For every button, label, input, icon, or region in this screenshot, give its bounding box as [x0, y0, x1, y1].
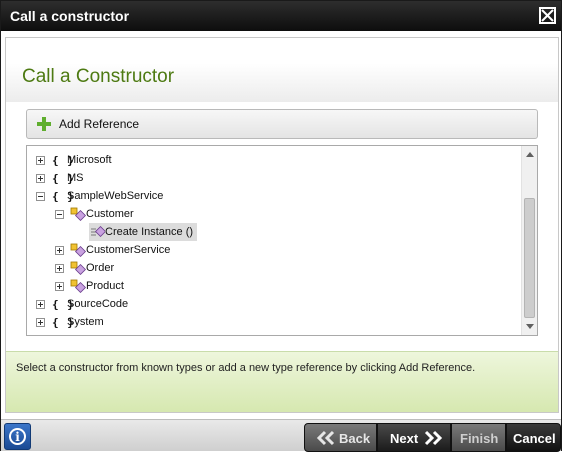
expand-icon[interactable] [55, 282, 64, 291]
footer-bar: i Back Next Finish Cancel [1, 419, 561, 452]
class-icon [70, 207, 86, 222]
finish-label: Finish [460, 431, 499, 446]
class-icon [70, 261, 86, 276]
tree-node-label: CustomerService [86, 244, 171, 256]
next-label: Next [390, 431, 419, 446]
tree-node-customer[interactable]: Customer [27, 206, 517, 224]
tree-node-label: Microsoft [67, 154, 112, 166]
close-icon [541, 9, 554, 22]
tree-node-label: Order [86, 262, 115, 274]
tree-node-label: SourceCode [67, 298, 129, 310]
content-frame: Call a Constructor Add Reference { } Mic… [5, 37, 559, 413]
double-chevron-left-icon [316, 430, 335, 446]
next-button[interactable]: Next [377, 423, 451, 452]
tree-node-label: SampleWebService [67, 190, 164, 202]
back-button[interactable]: Back [304, 423, 377, 452]
scroll-thumb[interactable] [524, 198, 535, 318]
cancel-label: Cancel [513, 431, 556, 446]
tree-node-customerservice[interactable]: CustomerService [27, 242, 517, 260]
info-icon: i [9, 428, 26, 445]
tree-node-label: Create Instance () [105, 226, 194, 238]
tree-node-label: Customer [86, 208, 134, 220]
constructor-icon [91, 226, 105, 238]
expand-icon[interactable] [36, 156, 45, 165]
tree-node-samplewebservice[interactable]: { } SampleWebService [27, 188, 517, 206]
back-label: Back [339, 431, 371, 446]
finish-button[interactable]: Finish [451, 423, 506, 452]
tree-node-product[interactable]: Product [27, 278, 517, 296]
title-bar: Call a constructor [1, 1, 561, 31]
tree-node-sourcecode[interactable]: { } SourceCode [27, 296, 517, 314]
scroll-up-icon[interactable] [526, 152, 534, 157]
tree-node-order[interactable]: Order [27, 260, 517, 278]
tree-node-label: Product [86, 280, 124, 292]
tree-node-label: System [67, 316, 104, 328]
tree-node-ms[interactable]: { } MS [27, 170, 517, 188]
type-tree[interactable]: { } Microsoft { } MS { } SampleWebServic… [26, 145, 538, 336]
class-icon [70, 243, 86, 258]
double-chevron-right-icon [424, 430, 443, 446]
expand-icon[interactable] [55, 264, 64, 273]
expand-icon[interactable] [36, 318, 45, 327]
hint-text: Select a constructor from known types or… [16, 362, 476, 374]
close-button[interactable] [539, 7, 556, 24]
info-button[interactable]: i [4, 423, 31, 450]
add-reference-button[interactable]: Add Reference [26, 109, 538, 139]
expand-icon[interactable] [36, 174, 45, 183]
window-title: Call a constructor [10, 8, 130, 24]
expand-icon[interactable] [36, 300, 45, 309]
class-icon [70, 279, 86, 294]
collapse-icon[interactable] [55, 210, 64, 219]
add-icon [37, 117, 51, 131]
tree-node-label: MS [67, 172, 84, 184]
tree-node-microsoft[interactable]: { } Microsoft [27, 152, 517, 170]
tree-node-create-instance[interactable]: Create Instance () [27, 223, 517, 242]
call-constructor-dialog: Call a constructor Call a Constructor Ad… [0, 0, 562, 452]
hint-panel: Select a constructor from known types or… [6, 351, 558, 412]
page-title: Call a Constructor [22, 66, 175, 87]
cancel-button[interactable]: Cancel [506, 423, 561, 452]
expand-icon[interactable] [55, 246, 64, 255]
scroll-down-icon[interactable] [526, 324, 534, 329]
collapse-icon[interactable] [36, 192, 45, 201]
tree-node-system[interactable]: { } System [27, 314, 517, 332]
add-reference-label: Add Reference [59, 117, 140, 131]
vertical-scrollbar[interactable] [521, 146, 537, 335]
heading-area: Call a Constructor [6, 38, 558, 102]
